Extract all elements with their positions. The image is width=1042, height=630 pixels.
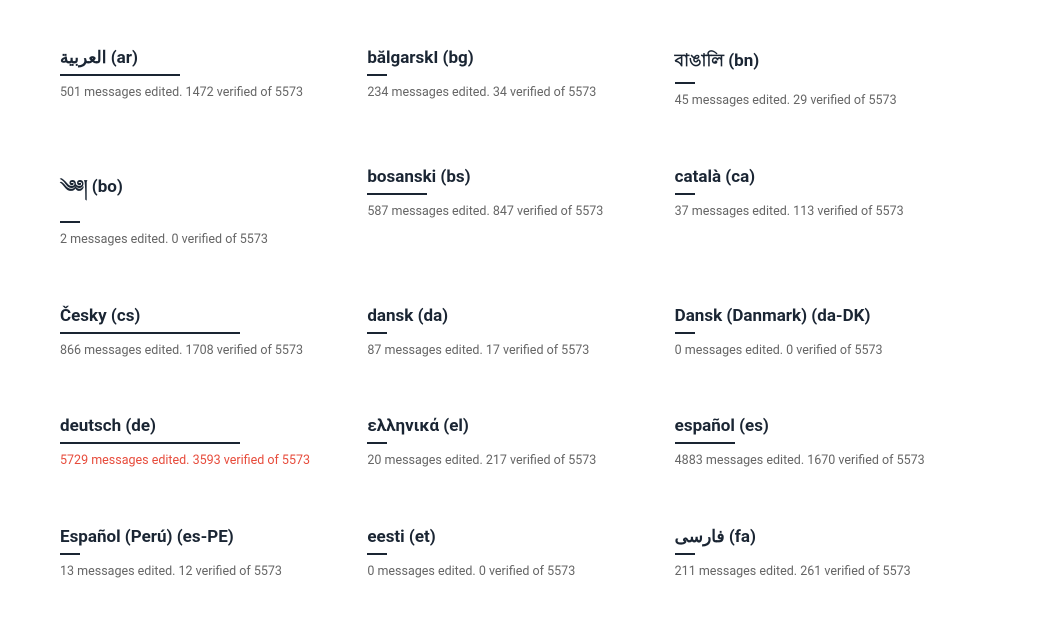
language-title: català (ca) <box>675 167 962 187</box>
language-title: bosanski (bs) <box>367 167 654 187</box>
language-item[interactable]: català (ca) 37 messages edited. 113 verif… <box>675 139 982 278</box>
language-title: العربية (ar) <box>60 48 347 68</box>
language-stats: 587 messages edited. 847 verified of 557… <box>367 203 654 222</box>
language-item[interactable]: العربية (ar) 501 messages edited. 1472 ve… <box>60 20 367 139</box>
language-stats: 211 messages edited. 261 verified of 557… <box>675 563 962 582</box>
language-item[interactable]: فارسی (fa) 211 messages edited. 261 verif… <box>675 499 982 610</box>
language-title: বাঙালি (bn) <box>675 48 962 76</box>
language-stats: 0 messages edited. 0 verified of 5573 <box>675 342 962 361</box>
language-stats: 866 messages edited. 1708 verified of 55… <box>60 342 347 361</box>
language-stats: 5729 messages edited. 3593 verified of 5… <box>60 452 347 471</box>
language-title: فارسی (fa) <box>675 527 962 547</box>
language-underline <box>367 553 387 555</box>
language-item[interactable]: dansk (da) 87 messages edited. 17 verifie… <box>367 278 674 389</box>
language-title: dansk (da) <box>367 306 654 326</box>
language-item[interactable]: bălgarskI (bg) 234 messages edited. 34 ve… <box>367 20 674 139</box>
language-title: ༄༅། (bo) <box>60 167 347 215</box>
language-item[interactable]: deutsch (de) 5729 messages edited. 3593 v… <box>60 388 367 499</box>
language-item[interactable]: বাঙালি (bn) 45 messages edited. 29 verifi… <box>675 20 982 139</box>
language-title: Español (Perú) (es-PE) <box>60 527 347 547</box>
language-stats: 4883 messages edited. 1670 verified of 5… <box>675 452 962 471</box>
language-underline <box>367 193 427 195</box>
language-stats: 20 messages edited. 217 verified of 5573 <box>367 452 654 471</box>
language-underline <box>675 82 695 84</box>
language-underline <box>675 553 695 555</box>
language-item[interactable]: Español (Perú) (es-PE) 13 messages edited… <box>60 499 367 610</box>
language-item[interactable]: Dansk (Danmark) (da-DK) 0 messages edited… <box>675 278 982 389</box>
language-item[interactable]: eesti (et) 0 messages edited. 0 verified … <box>367 499 674 610</box>
language-stats: 37 messages edited. 113 verified of 5573 <box>675 203 962 222</box>
language-underline <box>60 553 80 555</box>
language-stats: 87 messages edited. 17 verified of 5573 <box>367 342 654 361</box>
language-title: eesti (et) <box>367 527 654 547</box>
language-item[interactable]: español (es) 4883 messages edited. 1670 v… <box>675 388 982 499</box>
language-underline <box>675 193 695 195</box>
language-grid: العربية (ar) 501 messages edited. 1472 ve… <box>60 20 982 610</box>
language-underline <box>60 74 180 76</box>
language-title: Česky (cs) <box>60 306 347 326</box>
language-stats: 13 messages edited. 12 verified of 5573 <box>60 563 347 582</box>
language-underline <box>367 74 387 76</box>
language-title: bălgarskI (bg) <box>367 48 654 68</box>
language-item[interactable]: ༄༅། (bo) 2 messages edited. 0 verified of… <box>60 139 367 278</box>
language-underline <box>367 332 387 334</box>
language-stats: 501 messages edited. 1472 verified of 55… <box>60 84 347 103</box>
language-title: ελληνικά (el) <box>367 416 654 436</box>
language-stats: 234 messages edited. 34 verified of 5573 <box>367 84 654 103</box>
language-stats: 2 messages edited. 0 verified of 5573 <box>60 231 347 250</box>
language-item[interactable]: bosanski (bs) 587 messages edited. 847 ve… <box>367 139 674 278</box>
language-item[interactable]: Česky (cs) 866 messages edited. 1708 veri… <box>60 278 367 389</box>
language-item[interactable]: ελληνικά (el) 20 messages edited. 217 ver… <box>367 388 674 499</box>
language-underline <box>60 332 240 334</box>
language-title: español (es) <box>675 416 962 436</box>
language-underline <box>675 442 735 444</box>
language-underline <box>367 442 387 444</box>
language-underline <box>60 221 80 223</box>
language-stats: 45 messages edited. 29 verified of 5573 <box>675 92 962 111</box>
language-stats: 0 messages edited. 0 verified of 5573 <box>367 563 654 582</box>
language-title: Dansk (Danmark) (da-DK) <box>675 306 962 326</box>
language-underline <box>675 332 695 334</box>
language-title: deutsch (de) <box>60 416 347 436</box>
language-underline <box>60 442 240 444</box>
